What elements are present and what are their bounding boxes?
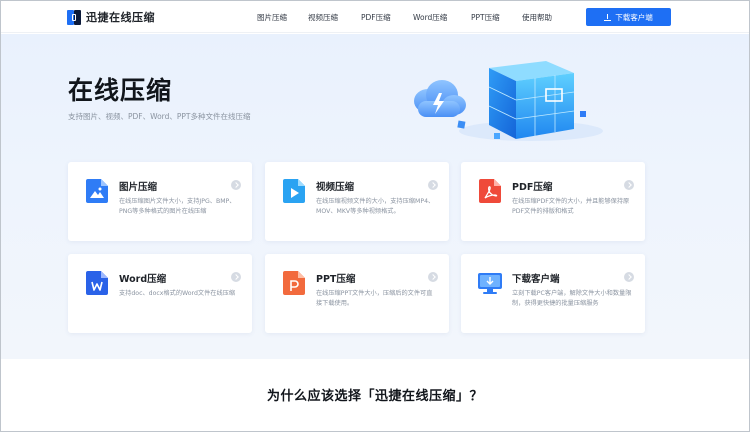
card-description: 在线压缩图片文件大小，支持JPG、BMP、PNG等多种格式的图片在线压缩 bbox=[119, 198, 236, 215]
card-description: 在线压缩视频文件的大小，支持压缩MP4、MOV、MKV等多种视频格式。 bbox=[316, 198, 435, 215]
nav-link-pdf[interactable]: PDF压缩 bbox=[361, 12, 391, 23]
card-description: 立刻下载PC客户端，解除文件大小和数量限制，获得更快捷的批量压缩服务 bbox=[512, 290, 632, 307]
video-file-icon bbox=[283, 179, 305, 203]
chevron-right-icon[interactable] bbox=[428, 272, 438, 282]
site-logo[interactable]: 迅捷在线压缩 bbox=[67, 9, 155, 25]
nav-link-help[interactable]: 使用帮助 bbox=[522, 12, 552, 23]
card-download-client[interactable]: 下载客户端 立刻下载PC客户端，解除文件大小和数量限制，获得更快捷的批量压缩服务 bbox=[461, 254, 645, 333]
monitor-download-icon bbox=[478, 273, 502, 294]
card-video-compress[interactable]: 视频压缩 在线压缩视频文件的大小，支持压缩MP4、MOV、MKV等多种视频格式。 bbox=[265, 162, 449, 241]
page-title: 在线压缩 bbox=[68, 76, 173, 105]
nav-link-ppt[interactable]: PPT压缩 bbox=[471, 12, 500, 23]
page-subtitle: 支持图片、视频、PDF、Word、PPT多种文件在线压缩 bbox=[68, 112, 251, 121]
top-navbar: 迅捷在线压缩 图片压缩 视频压缩 PDF压缩 Word压缩 PPT压缩 使用帮助… bbox=[1, 1, 749, 33]
chevron-right-icon[interactable] bbox=[624, 272, 634, 282]
card-description: 在线压缩PPT文件大小，压缩后的文件可直接下载使用。 bbox=[316, 290, 433, 307]
hero-illustration bbox=[414, 61, 603, 141]
card-title: 视频压缩 bbox=[316, 182, 355, 193]
card-title: 图片压缩 bbox=[119, 182, 158, 193]
chevron-right-icon[interactable] bbox=[624, 180, 634, 190]
compress-cube-icon bbox=[488, 61, 575, 139]
card-title: 下载客户端 bbox=[512, 274, 560, 285]
card-title: PPT压缩 bbox=[316, 274, 356, 285]
nav-link-video[interactable]: 视频压缩 bbox=[308, 12, 338, 23]
logo-icon bbox=[67, 9, 81, 25]
card-pdf-compress[interactable]: PDF压缩 在线压缩PDF文件的大小，并且能够保持原PDF文件的排版和格式 bbox=[461, 162, 645, 241]
card-description: 支持doc、docx格式的Word文件在线压缩 bbox=[119, 290, 236, 297]
word-file-icon bbox=[86, 271, 108, 295]
why-choose-heading: 为什么应该选择「迅捷在线压缩」？ bbox=[266, 389, 483, 404]
chevron-right-icon[interactable] bbox=[428, 180, 438, 190]
card-title: Word压缩 bbox=[119, 274, 167, 285]
chevron-right-icon[interactable] bbox=[231, 272, 241, 282]
chevron-right-icon[interactable] bbox=[231, 180, 241, 190]
pdf-file-icon bbox=[479, 179, 501, 203]
nav-link-word[interactable]: Word压缩 bbox=[413, 12, 447, 23]
ppt-file-icon bbox=[283, 271, 305, 295]
card-description: 在线压缩PDF文件的大小，并且能够保持原PDF文件的排版和格式 bbox=[512, 198, 630, 215]
image-file-icon bbox=[86, 179, 108, 203]
download-icon bbox=[604, 13, 612, 21]
card-image-compress[interactable]: 图片压缩 在线压缩图片文件大小，支持JPG、BMP、PNG等多种格式的图片在线压… bbox=[68, 162, 252, 241]
download-client-button[interactable]: 下载客户端 bbox=[586, 8, 671, 26]
cloud-icon bbox=[414, 80, 466, 117]
card-ppt-compress[interactable]: PPT压缩 在线压缩PPT文件大小，压缩后的文件可直接下载使用。 bbox=[265, 254, 449, 333]
download-button-label: 下载客户端 bbox=[615, 12, 653, 22]
logo-text: 迅捷在线压缩 bbox=[86, 11, 155, 24]
nav-link-image[interactable]: 图片压缩 bbox=[257, 12, 287, 23]
card-title: PDF压缩 bbox=[512, 182, 553, 193]
card-word-compress[interactable]: Word压缩 支持doc、docx格式的Word文件在线压缩 bbox=[68, 254, 252, 333]
